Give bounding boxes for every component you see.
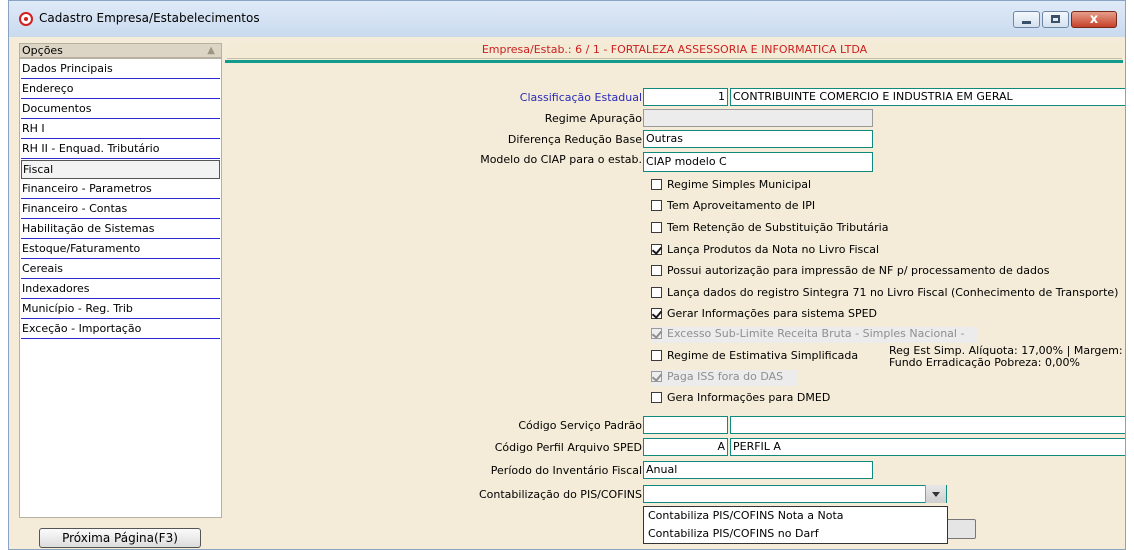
checkbox-label: Tem Retenção de Substituição Tributária xyxy=(667,221,889,234)
option-dados-principais[interactable]: Dados Principais xyxy=(21,60,220,79)
chevron-down-icon[interactable] xyxy=(925,485,946,503)
dropdown-option-nota-a-nota[interactable]: Contabiliza PIS/COFINS Nota a Nota xyxy=(644,507,947,525)
checkmark-icon xyxy=(651,328,662,339)
main-window: Cadastro Empresa/Estabelecimentos x Opçõ… xyxy=(8,0,1126,550)
option-municipio-reg-trib[interactable]: Município - Reg. Trib xyxy=(21,300,220,319)
checkbox-label: Regime de Estimativa Simplificada xyxy=(667,349,859,362)
checkbox-gerar-sped[interactable]: Gerar Informações para sistema SPED xyxy=(651,307,877,323)
option-documentos[interactable]: Documentos xyxy=(21,100,220,119)
codigo-perfil-sped-label: Código Perfil Arquivo SPED xyxy=(494,441,642,454)
company-header: Empresa/Estab.: 6 / 1 - FORTALEZA ASSESS… xyxy=(227,43,1122,59)
checkbox-excesso-sublimite: Excesso Sub-Limite Receita Bruta - Simpl… xyxy=(651,327,979,343)
checkbox-paga-iss: Paga ISS fora do DAS xyxy=(651,370,798,386)
checkmark-icon xyxy=(651,308,662,319)
fiscal-form: Empresa/Estab.: 6 / 1 - FORTALEZA ASSESS… xyxy=(225,43,1125,549)
checkbox-retencao-substituicao[interactable]: Tem Retenção de Substituição Tributária xyxy=(651,221,888,237)
app-icon xyxy=(19,12,33,26)
checkbox-label: Possui autorização para impressão de NF … xyxy=(667,264,1050,277)
contabilizacao-pis-cofins-select[interactable] xyxy=(643,485,947,503)
dropdown-option-no-darf[interactable]: Contabiliza PIS/COFINS no Darf xyxy=(644,525,947,543)
option-financeiro-contas[interactable]: Financeiro - Contas xyxy=(21,200,220,219)
checkbox-lanca-produtos-nota[interactable]: Lança Produtos da Nota no Livro Fiscal xyxy=(651,243,879,259)
checkbox-icon xyxy=(651,392,662,403)
checkbox-icon xyxy=(651,200,662,211)
checkbox-regime-estimativa[interactable]: Regime de Estimativa Simplificada xyxy=(651,349,858,365)
classificacao-estadual-code[interactable]: 1 xyxy=(643,88,728,106)
classificacao-estadual-description[interactable]: CONTRIBUINTE COMERCIO E INDUSTRIA EM GER… xyxy=(730,88,1125,106)
periodo-inventario-label: Período do Inventário Fiscal xyxy=(490,464,642,477)
option-endereco[interactable]: Endereço xyxy=(21,80,220,99)
checkmark-icon xyxy=(651,371,662,382)
checkbox-label: Paga ISS fora do DAS xyxy=(667,370,784,383)
checkbox-label: Gerar Informações para sistema SPED xyxy=(667,307,878,320)
checkbox-label: Excesso Sub-Limite Receita Bruta - Simpl… xyxy=(667,327,965,340)
reg-est-aliquota-info: Reg Est Simp. Alíquota: 17,00% | Margem:… xyxy=(889,345,1125,369)
reg-est-aliquota-line2: Fundo Erradicação Pobreza: 0,00% xyxy=(889,356,1080,369)
diferenca-reducao-base-field[interactable]: Outras xyxy=(643,130,873,148)
modelo-ciap-field[interactable]: CIAP modelo C xyxy=(643,152,873,172)
codigo-perfil-sped-description[interactable]: PERFIL A xyxy=(730,438,1125,456)
maximize-icon xyxy=(1051,15,1060,23)
option-indexadores[interactable]: Indexadores xyxy=(21,280,220,299)
option-excecao-importacao[interactable]: Exceção - Importação xyxy=(21,320,220,339)
options-header: Opções ▲ xyxy=(19,43,222,58)
close-icon: x xyxy=(1089,12,1099,27)
title-bar[interactable]: Cadastro Empresa/Estabelecimentos x xyxy=(9,1,1125,37)
checkbox-aproveitamento-ipi[interactable]: Tem Aproveitamento de IPI xyxy=(651,199,815,215)
checkbox-label: Lança dados do registro Sintegra 71 no L… xyxy=(667,286,1119,299)
checkbox-label: Lança Produtos da Nota no Livro Fiscal xyxy=(667,243,880,256)
option-habilitacao-sistemas[interactable]: Habilitação de Sistemas xyxy=(21,220,220,239)
periodo-inventario-field[interactable]: Anual xyxy=(643,461,873,479)
regime-apuracao-field xyxy=(643,109,873,127)
codigo-servico-padrao-description[interactable] xyxy=(730,416,1125,434)
option-rh-ii[interactable]: RH II - Enquad. Tributário xyxy=(21,140,220,159)
checkbox-sintegra-71[interactable]: Lança dados do registro Sintegra 71 no L… xyxy=(651,286,1118,302)
checkbox-label: Regime Simples Municipal xyxy=(667,178,812,191)
contabilizacao-pis-cofins-label: Contabilização do PIS/COFINS xyxy=(478,488,642,501)
option-cereais[interactable]: Cereais xyxy=(21,260,220,279)
modelo-ciap-label: Modelo do CIAP para o estab. xyxy=(480,153,642,166)
diferenca-reducao-base-label: Diferença Redução Base xyxy=(507,133,642,146)
checkbox-dmed[interactable]: Gera Informações para DMED xyxy=(651,391,830,407)
checkbox-autorizacao-impressao-nf[interactable]: Possui autorização para impressão de NF … xyxy=(651,264,1049,280)
close-button[interactable]: x xyxy=(1071,11,1117,28)
checkbox-regime-simples-municipal[interactable]: Regime Simples Municipal xyxy=(651,178,811,194)
classificacao-estadual-label: Classificação Estadual xyxy=(519,91,642,104)
codigo-servico-padrao-code[interactable] xyxy=(643,416,728,434)
checkbox-label: Gera Informações para DMED xyxy=(667,391,831,404)
checkbox-icon xyxy=(651,179,662,190)
minimize-icon xyxy=(1022,21,1031,24)
options-sidebar: Opções ▲ Dados Principais Endereço Docum… xyxy=(19,43,222,549)
codigo-servico-padrao-label: Código Serviço Padrão xyxy=(518,419,642,432)
next-page-button[interactable]: Próxima Página(F3) xyxy=(39,528,201,548)
header-divider xyxy=(225,60,1123,63)
minimize-button[interactable] xyxy=(1013,11,1040,28)
option-rh-i[interactable]: RH I xyxy=(21,120,220,139)
options-header-label: Opções xyxy=(22,44,63,57)
option-estoque-faturamento[interactable]: Estoque/Faturamento xyxy=(21,240,220,259)
checkbox-label: Tem Aproveitamento de IPI xyxy=(667,199,816,212)
pis-cofins-dropdown-list: Contabiliza PIS/COFINS Nota a Nota Conta… xyxy=(643,506,948,544)
option-financeiro-parametros[interactable]: Financeiro - Parametros xyxy=(21,180,220,199)
checkbox-icon xyxy=(651,222,662,233)
sort-arrow-icon: ▲ xyxy=(207,45,215,56)
partially-hidden-button[interactable] xyxy=(946,519,976,539)
checkmark-icon xyxy=(651,244,662,255)
options-list: Dados Principais Endereço Documentos RH … xyxy=(19,58,222,518)
codigo-perfil-sped-code[interactable]: A xyxy=(643,438,728,456)
checkbox-icon xyxy=(651,265,662,276)
option-fiscal[interactable]: Fiscal xyxy=(21,160,220,179)
window-title: Cadastro Empresa/Estabelecimentos xyxy=(39,11,260,25)
checkbox-icon xyxy=(651,287,662,298)
regime-apuracao-label: Regime Apuração xyxy=(544,112,642,125)
maximize-button[interactable] xyxy=(1042,11,1069,28)
checkbox-icon xyxy=(651,350,662,361)
